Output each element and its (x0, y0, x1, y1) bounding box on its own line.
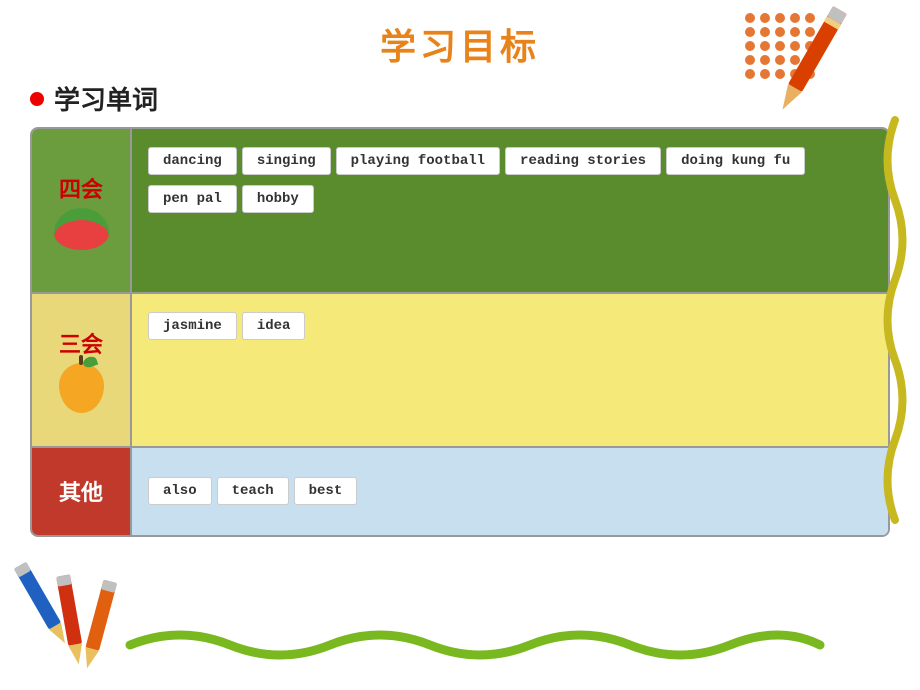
word-playing-football: playing football (336, 147, 500, 175)
bullet-text: 学习单词 (54, 80, 158, 117)
word-hobby: hobby (242, 185, 314, 213)
qita-left: 其他 (32, 446, 132, 535)
sanhui-row1: jasmine idea (148, 308, 872, 344)
word-doing-kung-fu: doing kung fu (666, 147, 805, 175)
qita-row1: also teach best (148, 473, 362, 509)
page-title: 学习目标 (0, 0, 920, 70)
main-card: 四会 三会 其他 dancing singing playing footbal… (30, 127, 890, 537)
word-singing: singing (242, 147, 331, 175)
qita-label: 其他 (59, 475, 103, 507)
bullet-dot (30, 92, 44, 106)
watermelon-icon (54, 208, 109, 250)
sihui-row1: dancing singing playing football reading… (148, 143, 872, 179)
sihui-words: dancing singing playing football reading… (132, 129, 888, 292)
word-pen-pal: pen pal (148, 185, 237, 213)
left-column: 四会 三会 其他 (32, 129, 132, 535)
bullet-section: 学习单词 (30, 80, 920, 117)
sihui-row2: pen pal hobby (148, 181, 872, 217)
word-idea: idea (242, 312, 306, 340)
word-also: also (148, 477, 212, 505)
sanhui-left: 三会 (32, 292, 132, 446)
word-best: best (294, 477, 358, 505)
sihui-left: 四会 (32, 129, 132, 292)
apple-icon (59, 363, 104, 413)
word-reading-stories: reading stories (505, 147, 661, 175)
right-column: dancing singing playing football reading… (132, 129, 888, 535)
word-teach: teach (217, 477, 289, 505)
sanhui-words: jasmine idea (132, 292, 888, 446)
word-dancing: dancing (148, 147, 237, 175)
qita-words: also teach best (132, 446, 888, 535)
sihui-label: 四会 (59, 172, 103, 204)
word-jasmine: jasmine (148, 312, 237, 340)
